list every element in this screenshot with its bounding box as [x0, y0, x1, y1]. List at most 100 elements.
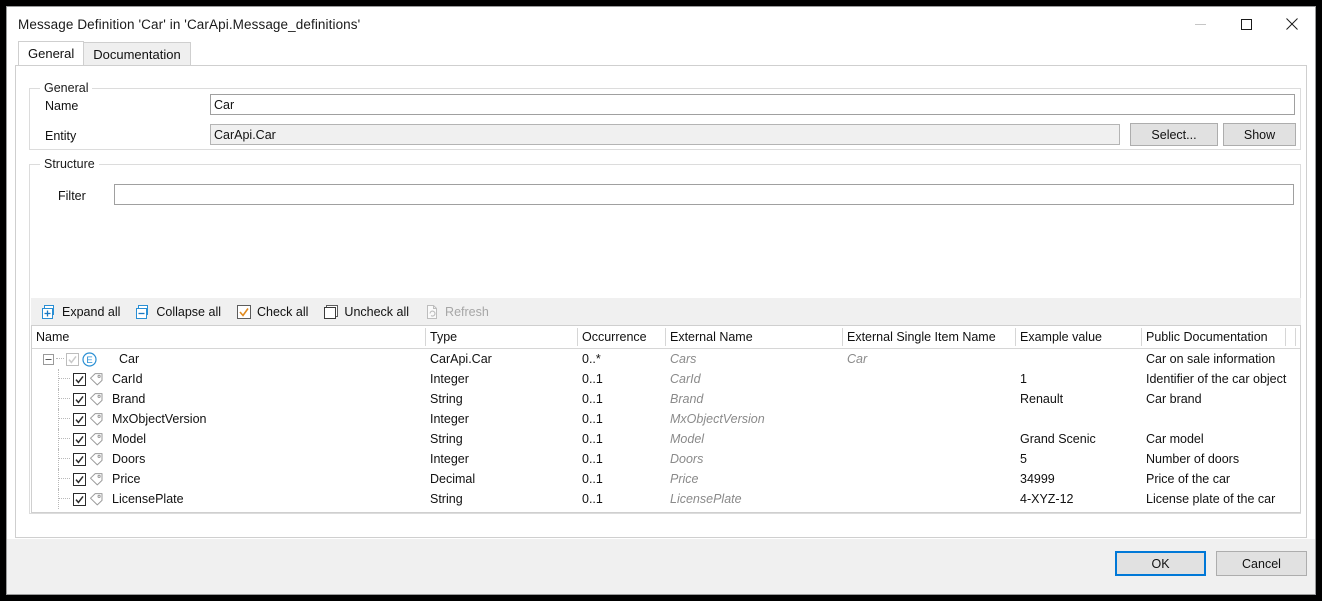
tree-node[interactable]: Brand [58, 389, 145, 409]
cell-public-documentation: Car brand [1146, 392, 1202, 406]
row-checkbox[interactable] [71, 429, 87, 449]
tree-node-label: Price [112, 472, 141, 486]
cell-external-single-item-name [843, 429, 1015, 449]
collapse-all-label: Collapse all [156, 304, 221, 319]
row-checkbox[interactable] [71, 469, 87, 489]
tree-node-label: MxObjectVersion [112, 412, 207, 426]
show-button[interactable]: Show [1223, 123, 1296, 146]
cell-public-documentation [1142, 409, 1300, 429]
attribute-icon [89, 433, 102, 446]
row-checkbox[interactable] [71, 489, 87, 509]
attribute-icon [88, 489, 104, 509]
column-header-occurrence[interactable]: Occurrence [578, 326, 665, 348]
tree-connector [58, 389, 71, 409]
ok-button[interactable]: OK [1115, 551, 1206, 576]
cell-public-documentation: Car on sale information [1146, 352, 1276, 366]
table-row[interactable]: CarId Integer 0..1 CarId 1 Identifier of the … [32, 369, 1300, 389]
minimize-icon [1194, 23, 1206, 25]
cell-external-name: Brand [670, 392, 704, 406]
cancel-button[interactable]: Cancel [1216, 551, 1307, 576]
window-controls [1177, 7, 1315, 41]
column-divider[interactable] [1295, 328, 1296, 346]
row-checkbox[interactable] [71, 449, 87, 469]
cell-occurrence: 0..1 [582, 452, 603, 466]
tree-node[interactable]: MxObjectVersion [58, 409, 206, 429]
row-checkbox[interactable] [71, 389, 87, 409]
cell-occurrence: 0..* [582, 352, 601, 366]
table-row[interactable]: Brand String 0..1 Brand Renault Car brand [32, 389, 1300, 409]
checkbox-checked-icon [72, 492, 86, 506]
cell-type: Integer [430, 412, 469, 426]
checkbox-checked-icon [72, 372, 86, 386]
cell-occurrence: 0..1 [582, 472, 603, 486]
table-row[interactable]: Price Decimal 0..1 Price 34999 Price of the c… [32, 469, 1300, 489]
tree-connector [58, 469, 71, 489]
table-row[interactable]: MxObjectVersion Integer 0..1 MxObjectVersio… [32, 409, 1300, 429]
refresh-label: Refresh [445, 304, 489, 319]
table-row[interactable]: E Car CarApi.Car 0..* Cars Car Car on sale inf… [32, 349, 1300, 369]
checkbox-checked-icon [72, 452, 86, 466]
expand-all-button[interactable]: Expand all [41, 304, 120, 320]
maximize-button[interactable] [1223, 7, 1269, 41]
cell-occurrence: 0..1 [582, 432, 603, 446]
column-header-external-name[interactable]: External Name [666, 326, 842, 348]
grid-body: E Car CarApi.Car 0..* Cars Car Car on sale inf… [32, 349, 1300, 509]
tree-node[interactable]: Price [58, 469, 140, 489]
tree-node-label: LicensePlate [112, 492, 184, 506]
tree-node-label: Car [119, 352, 140, 366]
row-checkbox[interactable] [71, 369, 87, 389]
close-button[interactable] [1269, 7, 1315, 41]
cell-example-value [1016, 349, 1141, 369]
attribute-icon [89, 453, 102, 466]
cell-external-single-item-name [843, 409, 1015, 429]
structure-tree-grid[interactable]: Name Type Occurrence External Name Exter… [31, 325, 1301, 513]
table-row[interactable]: Model String 0..1 Model Grand Scenic Car mode… [32, 429, 1300, 449]
cell-occurrence: 0..1 [582, 412, 603, 426]
tree-node[interactable]: Model [58, 429, 146, 449]
close-icon [1286, 18, 1298, 30]
entity-input: CarApi.Car [210, 124, 1120, 145]
column-divider[interactable] [1285, 328, 1286, 346]
tab-documentation[interactable]: Documentation [83, 42, 191, 65]
table-row[interactable]: LicensePlate String 0..1 LicensePlate 4-XYZ-… [32, 489, 1300, 509]
cell-example-value: Grand Scenic [1020, 432, 1096, 446]
column-header-public-documentation[interactable]: Public Documentation [1142, 326, 1300, 348]
cell-external-single-item-name [843, 469, 1015, 489]
tree-node[interactable]: Doors [58, 449, 145, 469]
checkbox-checked-icon [72, 432, 86, 446]
cell-external-single-item-name [843, 369, 1015, 389]
svg-text:E: E [86, 355, 92, 366]
cell-type: Integer [430, 372, 469, 386]
name-input[interactable]: Car [210, 94, 1295, 115]
cell-external-name: Model [670, 432, 705, 446]
cell-type: String [430, 492, 463, 506]
uncheck-all-button[interactable]: Uncheck all [323, 304, 409, 320]
column-header-example-value[interactable]: Example value [1016, 326, 1141, 348]
table-row[interactable]: Doors Integer 0..1 Doors 5 Number of doors [32, 449, 1300, 469]
attribute-icon [88, 429, 104, 449]
column-header-type[interactable]: Type [426, 326, 577, 348]
cell-type: Integer [430, 452, 469, 466]
tree-node[interactable]: E Car [40, 349, 139, 369]
entity-label: Entity [45, 129, 77, 143]
cell-type: String [430, 432, 463, 446]
uncheck-all-icon [324, 304, 339, 319]
column-header-external-single-item-name[interactable]: External Single Item Name [843, 326, 1015, 348]
tree-node[interactable]: LicensePlate [58, 489, 184, 509]
cell-external-name: LicensePlate [670, 492, 742, 506]
tree-node[interactable]: CarId [58, 369, 143, 389]
select-button[interactable]: Select... [1130, 123, 1218, 146]
filter-input[interactable] [114, 184, 1294, 205]
collapse-icon [42, 353, 54, 365]
cell-example-value [1016, 409, 1141, 429]
collapse-all-button[interactable]: Collapse all [135, 304, 221, 320]
footer-divider [7, 538, 1315, 539]
cell-example-value: 1 [1020, 372, 1027, 386]
cell-example-value: 4-XYZ-12 [1020, 492, 1074, 506]
tab-general[interactable]: General [18, 41, 85, 65]
minimize-button[interactable] [1177, 7, 1223, 41]
column-header-name[interactable]: Name [32, 326, 425, 348]
row-checkbox[interactable] [71, 409, 87, 429]
tree-expander[interactable] [40, 349, 56, 369]
check-all-button[interactable]: Check all [236, 304, 308, 320]
